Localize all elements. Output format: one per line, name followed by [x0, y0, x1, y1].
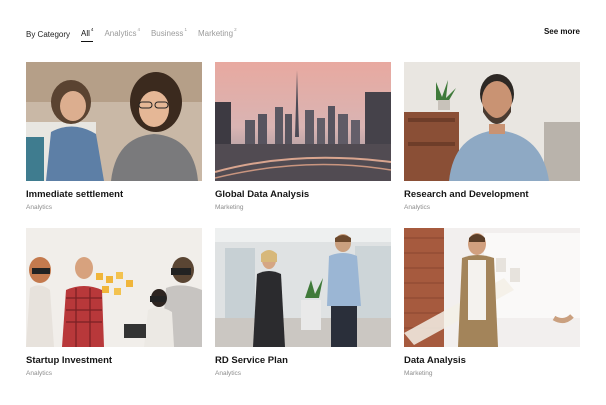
filter-tab-label: Marketing — [197, 29, 234, 38]
card-startup-investment[interactable]: Startup Investment Analytics — [26, 228, 202, 377]
card-category: Analytics — [215, 370, 242, 377]
city-skyline-at-sunset-photo — [215, 62, 391, 181]
filter-count: 4 — [90, 26, 94, 32]
card-immediate-settlement[interactable]: Immediate settlement Analytics — [26, 62, 202, 211]
business-people-in-office-photo — [215, 228, 391, 347]
filter-tab-label: Business — [150, 29, 184, 38]
filter-tab-label: Analytics — [104, 29, 137, 38]
card-rd-service-plan[interactable]: RD Service Plan Analytics — [215, 228, 391, 377]
filter-tab-all[interactable]: All4 — [81, 26, 94, 42]
see-more-link[interactable]: See more — [544, 27, 580, 36]
card-category: Marketing — [404, 370, 433, 377]
man-presenting-at-whiteboard-photo — [404, 228, 580, 347]
filter-tab-label: All — [81, 28, 90, 38]
filter-tab-analytics[interactable]: Analytics4 — [104, 27, 140, 41]
team-with-vr-headsets-photo — [26, 228, 202, 347]
card-title: Data Analysis — [404, 355, 466, 366]
filter-label: By Category — [26, 29, 71, 39]
card-category: Marketing — [215, 204, 244, 211]
filter-tab-business[interactable]: Business1 — [151, 27, 187, 41]
filter-count: 4 — [137, 27, 140, 32]
card-title: Startup Investment — [26, 355, 113, 366]
card-title: Immediate settlement — [26, 189, 124, 200]
card-data-analysis[interactable]: Data Analysis Marketing — [404, 228, 580, 377]
card-category: Analytics — [404, 204, 431, 211]
filter-tab-marketing[interactable]: Marketing2 — [198, 27, 237, 41]
smiling-bearded-man-in-office-photo — [404, 62, 580, 181]
card-category: Analytics — [26, 204, 53, 211]
card-global-data-analysis[interactable]: Global Data Analysis Marketing — [215, 62, 391, 211]
card-title: RD Service Plan — [215, 355, 288, 366]
card-research-and-development[interactable]: Research and Development Analytics — [404, 62, 580, 211]
category-filter-bar: By Category All4 Analytics4 Business1 Ma… — [26, 26, 248, 42]
filter-count: 1 — [184, 27, 187, 32]
card-title: Global Data Analysis — [215, 189, 310, 200]
two-women-at-laptop-photo — [26, 62, 202, 181]
card-title: Research and Development — [404, 189, 529, 200]
card-category: Analytics — [26, 370, 53, 377]
filter-count: 2 — [234, 27, 237, 32]
